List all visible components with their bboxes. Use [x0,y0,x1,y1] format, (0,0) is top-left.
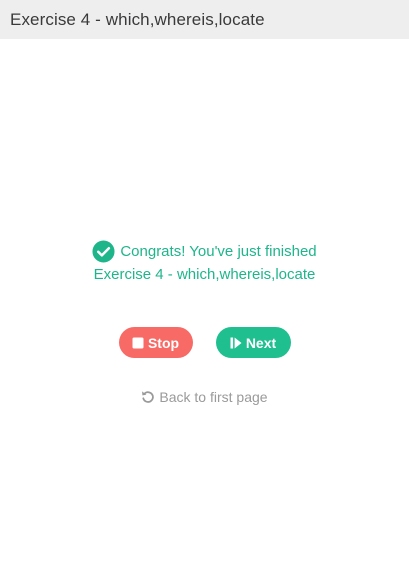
exercise-complete-screen: Exercise 4 - which,whereis,locate Congra… [0,0,409,582]
stop-button[interactable]: Stop [118,327,193,358]
next-button[interactable]: Next [215,327,291,358]
back-link-label: Back to first page [159,389,268,405]
action-buttons: Stop Next [0,327,409,358]
congrats-text: Congrats! You've just finished [120,242,317,260]
stop-square-icon [132,337,144,348]
skip-next-icon [230,337,242,348]
stop-button-label: Stop [147,334,180,351]
check-circle-icon [92,239,115,263]
page-title: Exercise 4 - which,whereis,locate [10,9,265,29]
completion-message: Congrats! You've just finished Exercise … [0,239,409,287]
congrats-line: Congrats! You've just finished [0,239,409,263]
back-to-first-page-link[interactable]: Back to first page [0,389,409,405]
next-button-label: Next [245,334,277,351]
title-bar: Exercise 4 - which,whereis,locate [0,0,409,39]
undo-icon [142,391,155,403]
exercise-name: Exercise 4 - which,whereis,locate [93,266,316,283]
